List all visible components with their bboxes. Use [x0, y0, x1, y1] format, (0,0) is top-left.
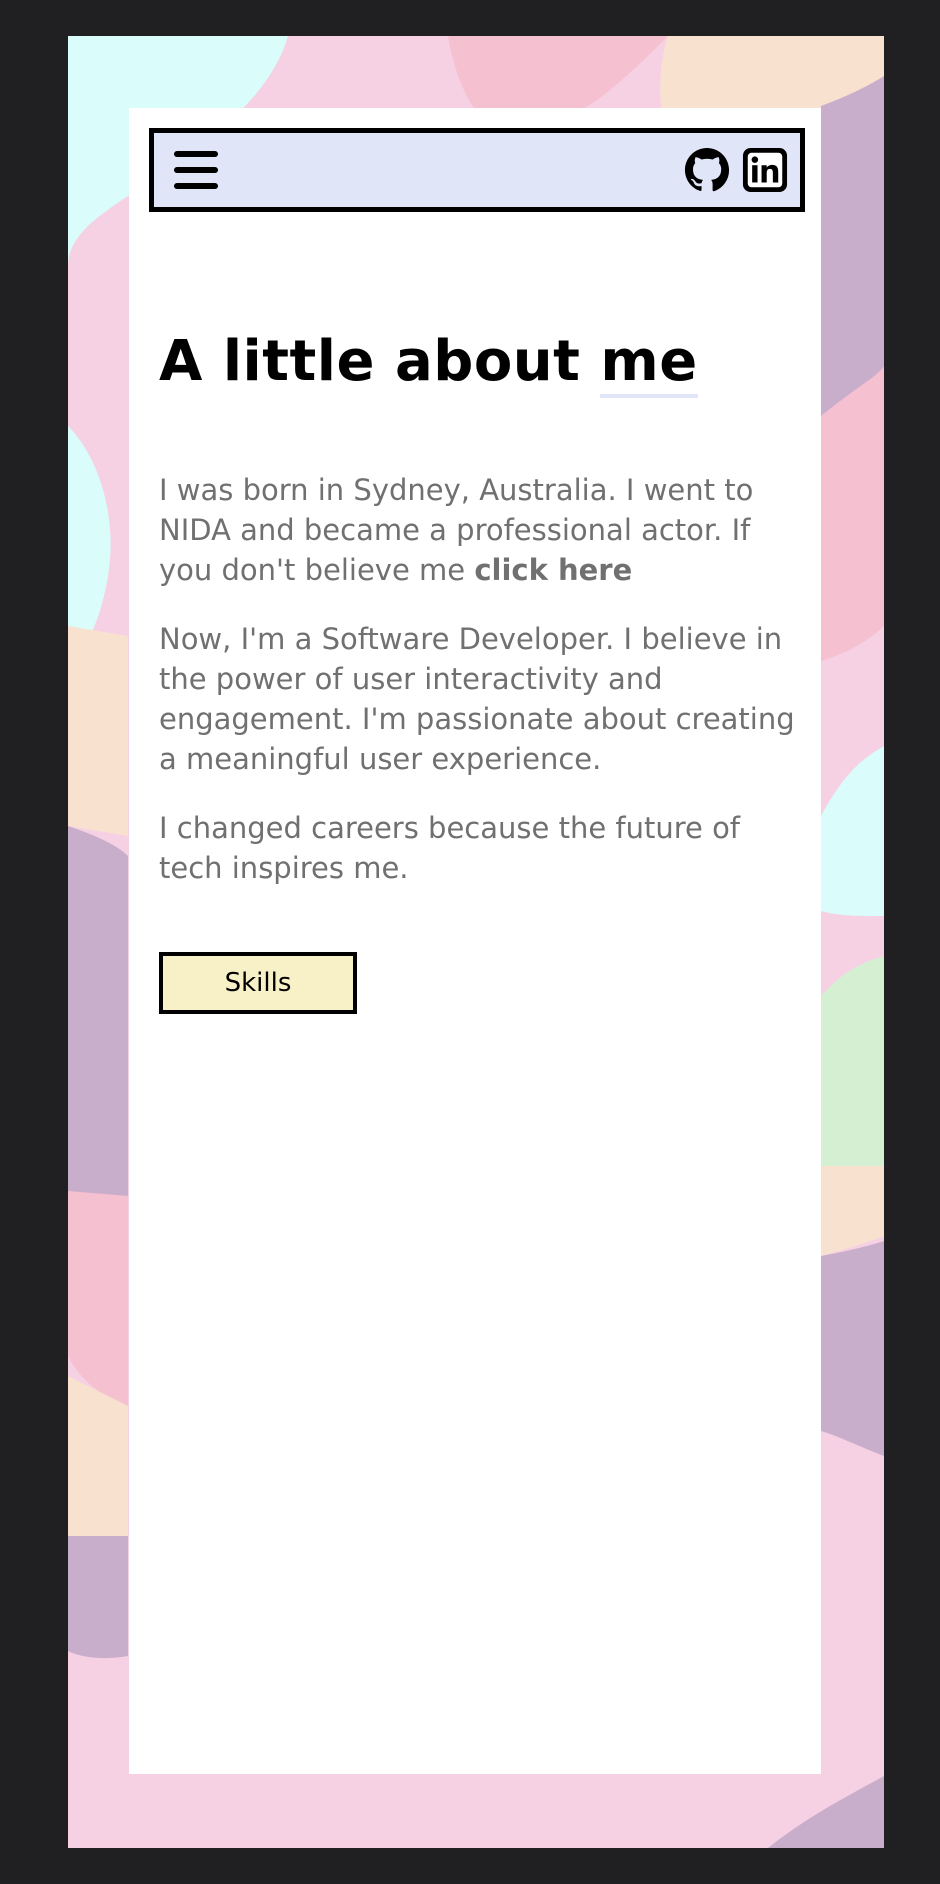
linkedin-icon[interactable] [742, 147, 788, 193]
about-section: A little about me I was born in Sydney, … [159, 328, 795, 1014]
hamburger-menu-icon[interactable] [174, 149, 220, 191]
github-icon[interactable] [684, 147, 730, 193]
heading-emphasis: me [600, 329, 698, 398]
heading-prefix: A little about [159, 329, 581, 394]
navbar [149, 128, 805, 212]
click-here-link[interactable]: click here [474, 553, 632, 587]
bio-paragraph-3: I changed careers because the future of … [159, 811, 741, 885]
content-card: A little about me I was born in Sydney, … [129, 108, 821, 1774]
skills-button[interactable]: Skills [159, 952, 357, 1014]
page-background: A little about me I was born in Sydney, … [68, 36, 884, 1848]
bio-paragraph-2: Now, I'm a Software Developer. I believe… [159, 622, 795, 776]
social-links [684, 147, 788, 193]
page-title: A little about me [159, 328, 795, 398]
bio-paragraph-1-text: I was born in Sydney, Australia. I went … [159, 473, 754, 587]
bio-paragraph-1: I was born in Sydney, Australia. I went … [159, 470, 795, 590]
